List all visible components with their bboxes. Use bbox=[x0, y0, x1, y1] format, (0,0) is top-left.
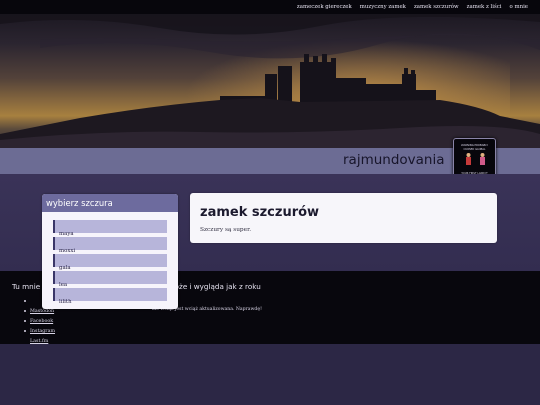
bottom-background bbox=[0, 344, 540, 405]
castle-silhouette bbox=[0, 14, 540, 148]
sidebar-item-maya[interactable]: maya bbox=[53, 220, 167, 237]
footer-heading: Tu mnie bbox=[12, 282, 41, 291]
rat-selector-sidebar: wybierz szczura maya moxxi gala lea lili… bbox=[42, 194, 178, 309]
nav-link-zamek-szczurow[interactable]: zamek szczurów bbox=[414, 4, 459, 10]
sidebar-item-gala[interactable]: gala bbox=[53, 254, 167, 271]
nav-link-zamek-z-lisci[interactable]: zamek z liści bbox=[467, 4, 502, 10]
top-navigation: zameczek giereczek muzyczny zamek zamek … bbox=[0, 0, 540, 14]
sidebar-item-label[interactable]: lilith bbox=[59, 299, 72, 305]
nav-link-muzyczny-zamek[interactable]: muzyczny zamek bbox=[360, 4, 406, 10]
sidebar-title: wybierz szczura bbox=[42, 194, 178, 212]
sidebar-item-lea[interactable]: lea bbox=[53, 271, 167, 288]
nav-link-zameczek-giereczek[interactable]: zameczek giereczek bbox=[297, 4, 352, 10]
sidebar-item-moxxi[interactable]: moxxi bbox=[53, 237, 167, 254]
sidebar-item-lilith[interactable]: lilith bbox=[53, 288, 167, 305]
page-body-text: Szczury są super. bbox=[200, 227, 252, 233]
page-title: zamek szczurów bbox=[200, 205, 320, 220]
main-content-card: zamek szczurów Szczury są super. bbox=[190, 193, 497, 243]
site-title: rajmundovania bbox=[343, 152, 445, 168]
footer-list-item: Last.fm bbox=[23, 327, 55, 344]
castle-header-image bbox=[0, 14, 540, 148]
nav-link-o-mnie[interactable]: o mnie bbox=[510, 4, 528, 10]
rat-list: maya moxxi gala lea lilith bbox=[42, 212, 178, 305]
footer-link-lastfm[interactable]: Last.fm bbox=[30, 339, 48, 344]
footer-list-item: Instagram bbox=[23, 317, 55, 334]
